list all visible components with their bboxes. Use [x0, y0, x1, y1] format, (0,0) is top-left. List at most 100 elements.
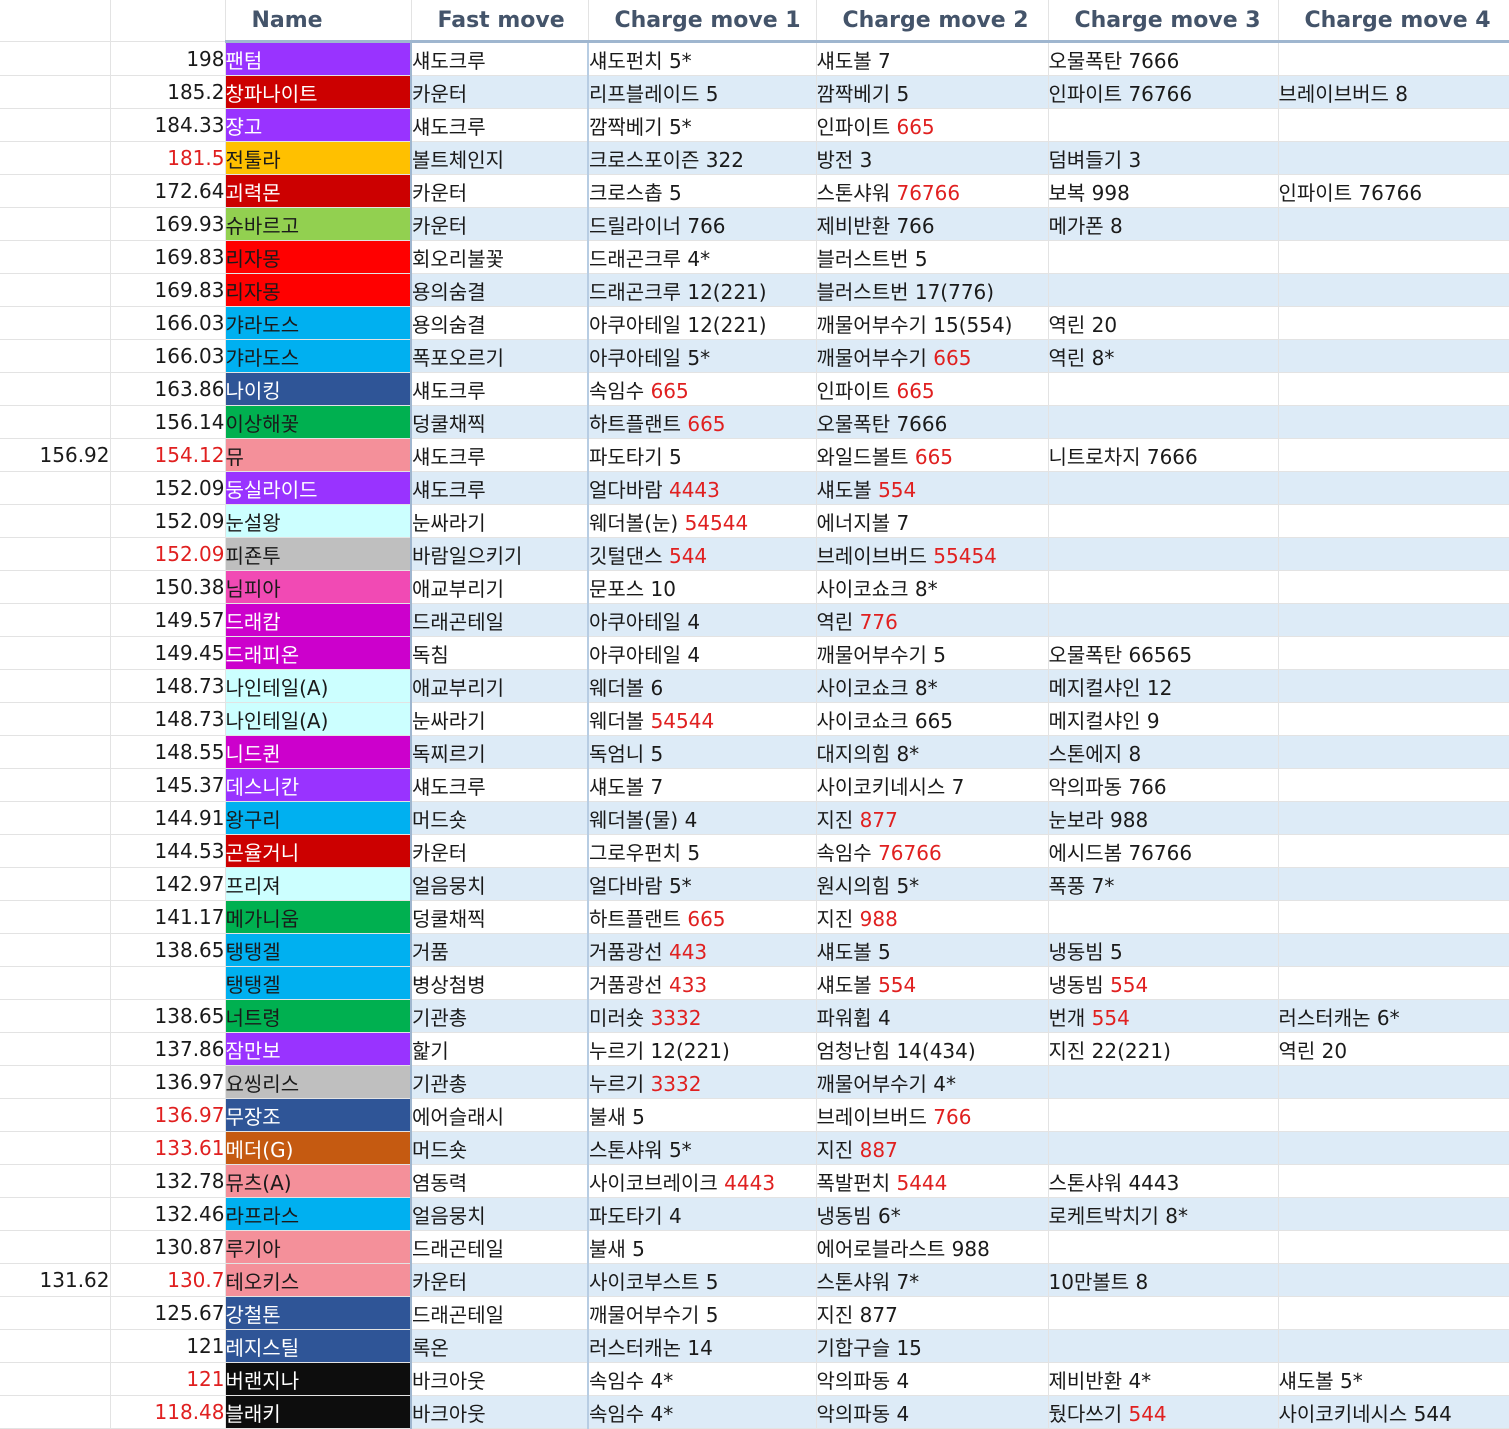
- cell-charge-move-3[interactable]: [1048, 900, 1279, 934]
- cell-score[interactable]: 184.33: [110, 108, 226, 142]
- cell-score[interactable]: 136.97: [110, 1065, 226, 1099]
- header-charge-move-3[interactable]: Charge move 3: [1048, 0, 1279, 43]
- cell-charge-move-1[interactable]: 속임수 4*: [587, 1362, 817, 1396]
- cell-charge-move-2[interactable]: 냉동빔 6*: [816, 1197, 1049, 1231]
- cell-charge-move-2[interactable]: 인파이트 665: [816, 108, 1049, 142]
- cell-fast-move[interactable]: 덩쿨채찍: [410, 405, 589, 439]
- cell-fast-move[interactable]: 머드숏: [410, 801, 589, 835]
- cell-score[interactable]: 137.86: [110, 1032, 226, 1066]
- cell-name[interactable]: 전툴라: [225, 141, 412, 175]
- cell-charge-move-1[interactable]: 누르기 12(221): [587, 1032, 817, 1066]
- cell-charge-move-3[interactable]: [1048, 1230, 1279, 1264]
- cell-name[interactable]: 눈설왕: [225, 504, 412, 538]
- cell-score[interactable]: 149.45: [110, 636, 226, 670]
- cell-fast-move[interactable]: 섀도크루: [410, 438, 589, 472]
- cell-charge-move-2[interactable]: 악의파동 4: [816, 1362, 1049, 1396]
- cell-charge-move-4[interactable]: [1278, 537, 1509, 571]
- cell-charge-move-3[interactable]: 번개 554: [1048, 999, 1279, 1033]
- cell-extra-score[interactable]: [0, 1230, 111, 1264]
- cell-charge-move-2[interactable]: 폭발펀치 5444: [816, 1164, 1049, 1198]
- cell-charge-move-3[interactable]: 보복 998: [1048, 174, 1279, 208]
- cell-charge-move-1[interactable]: 러스터캐논 14: [587, 1329, 817, 1363]
- cell-extra-score[interactable]: [0, 1197, 111, 1231]
- cell-extra-score[interactable]: [0, 768, 111, 802]
- cell-charge-move-1[interactable]: 누르기 3332: [587, 1065, 817, 1099]
- cell-score[interactable]: 121: [110, 1329, 226, 1363]
- cell-charge-move-4[interactable]: [1278, 768, 1509, 802]
- cell-charge-move-2[interactable]: 지진 887: [816, 1131, 1049, 1165]
- cell-charge-move-2[interactable]: 섀도볼 554: [816, 471, 1049, 505]
- cell-charge-move-4[interactable]: [1278, 405, 1509, 439]
- cell-charge-move-2[interactable]: 깨물어부수기 5: [816, 636, 1049, 670]
- cell-name[interactable]: 리자몽: [225, 240, 412, 274]
- cell-charge-move-1[interactable]: 드래곤크루 4*: [587, 240, 817, 274]
- cell-charge-move-4[interactable]: 사이코키네시스 544: [1278, 1395, 1509, 1429]
- cell-charge-move-2[interactable]: 블러스트번 17(776): [816, 273, 1049, 307]
- header-charge-move-4[interactable]: Charge move 4: [1278, 0, 1509, 43]
- cell-charge-move-2[interactable]: 섀도볼 5: [816, 933, 1049, 967]
- cell-charge-move-1[interactable]: 아쿠아테일 12(221): [587, 306, 817, 340]
- cell-fast-move[interactable]: 바람일으키기: [410, 537, 589, 571]
- cell-score[interactable]: 136.97: [110, 1098, 226, 1132]
- cell-charge-move-3[interactable]: 오물폭탄 66565: [1048, 636, 1279, 670]
- cell-fast-move[interactable]: 거품: [410, 933, 589, 967]
- cell-name[interactable]: 님피아: [225, 570, 412, 604]
- cell-score[interactable]: 149.57: [110, 603, 226, 637]
- cell-name[interactable]: 왕구리: [225, 801, 412, 835]
- cell-charge-move-4[interactable]: [1278, 834, 1509, 868]
- cell-charge-move-4[interactable]: [1278, 273, 1509, 307]
- header-charge-move-2[interactable]: Charge move 2: [816, 0, 1049, 43]
- cell-charge-move-4[interactable]: [1278, 438, 1509, 472]
- cell-name[interactable]: 팬텀: [225, 41, 412, 76]
- cell-score[interactable]: 133.61: [110, 1131, 226, 1165]
- cell-score[interactable]: 148.73: [110, 669, 226, 703]
- cell-charge-move-3[interactable]: 덤벼들기 3: [1048, 141, 1279, 175]
- cell-extra-score[interactable]: [0, 471, 111, 505]
- cell-score[interactable]: 148.55: [110, 735, 226, 769]
- cell-extra-score[interactable]: [0, 966, 111, 1000]
- cell-name[interactable]: 레지스틸: [225, 1329, 412, 1363]
- cell-fast-move[interactable]: 폭포오르기: [410, 339, 589, 373]
- cell-extra-score[interactable]: [0, 1296, 111, 1330]
- cell-name[interactable]: 잠만보: [225, 1032, 412, 1066]
- cell-fast-move[interactable]: 바크아웃: [410, 1395, 589, 1429]
- cell-fast-move[interactable]: 카운터: [410, 834, 589, 868]
- cell-charge-move-3[interactable]: [1048, 570, 1279, 604]
- cell-score[interactable]: 163.86: [110, 372, 226, 406]
- cell-charge-move-1[interactable]: 독엄니 5: [587, 735, 817, 769]
- header-blank-a[interactable]: [0, 0, 111, 42]
- cell-charge-move-1[interactable]: 문포스 10: [587, 570, 817, 604]
- cell-charge-move-3[interactable]: 냉동빔 554: [1048, 966, 1279, 1000]
- cell-extra-score[interactable]: [0, 867, 111, 901]
- cell-charge-move-3[interactable]: 냉동빔 5: [1048, 933, 1279, 967]
- cell-charge-move-4[interactable]: 브레이브버드 8: [1278, 75, 1509, 109]
- cell-charge-move-2[interactable]: 스톤샤워 76766: [816, 174, 1049, 208]
- cell-charge-move-2[interactable]: 엄청난힘 14(434): [816, 1032, 1049, 1066]
- cell-charge-move-4[interactable]: [1278, 900, 1509, 934]
- cell-charge-move-4[interactable]: [1278, 108, 1509, 142]
- cell-fast-move[interactable]: 덩쿨채찍: [410, 900, 589, 934]
- cell-charge-move-1[interactable]: 사이코브레이크 4443: [587, 1164, 817, 1198]
- cell-charge-move-2[interactable]: 사이코쇼크 8*: [816, 570, 1049, 604]
- cell-extra-score[interactable]: [0, 603, 111, 637]
- cell-fast-move[interactable]: 에어슬래시: [410, 1098, 589, 1132]
- cell-charge-move-4[interactable]: [1278, 603, 1509, 637]
- cell-charge-move-3[interactable]: [1048, 1131, 1279, 1165]
- cell-charge-move-4[interactable]: [1278, 1131, 1509, 1165]
- cell-name[interactable]: 드래피온: [225, 636, 412, 670]
- cell-extra-score[interactable]: [0, 75, 111, 109]
- cell-charge-move-2[interactable]: 역린 776: [816, 603, 1049, 637]
- cell-charge-move-3[interactable]: [1048, 1098, 1279, 1132]
- cell-charge-move-4[interactable]: [1278, 1263, 1509, 1297]
- cell-charge-move-4[interactable]: [1278, 966, 1509, 1000]
- cell-charge-move-3[interactable]: 지진 22(221): [1048, 1032, 1279, 1066]
- cell-name[interactable]: 리자몽: [225, 273, 412, 307]
- cell-fast-move[interactable]: 머드숏: [410, 1131, 589, 1165]
- cell-charge-move-2[interactable]: 섀도볼 554: [816, 966, 1049, 1000]
- cell-charge-move-1[interactable]: 아쿠아테일 4: [587, 636, 817, 670]
- cell-charge-move-3[interactable]: 인파이트 76766: [1048, 75, 1279, 109]
- cell-name[interactable]: 곤율거니: [225, 834, 412, 868]
- cell-charge-move-2[interactable]: 와일드볼트 665: [816, 438, 1049, 472]
- cell-score[interactable]: 142.97: [110, 867, 226, 901]
- cell-charge-move-4[interactable]: [1278, 471, 1509, 505]
